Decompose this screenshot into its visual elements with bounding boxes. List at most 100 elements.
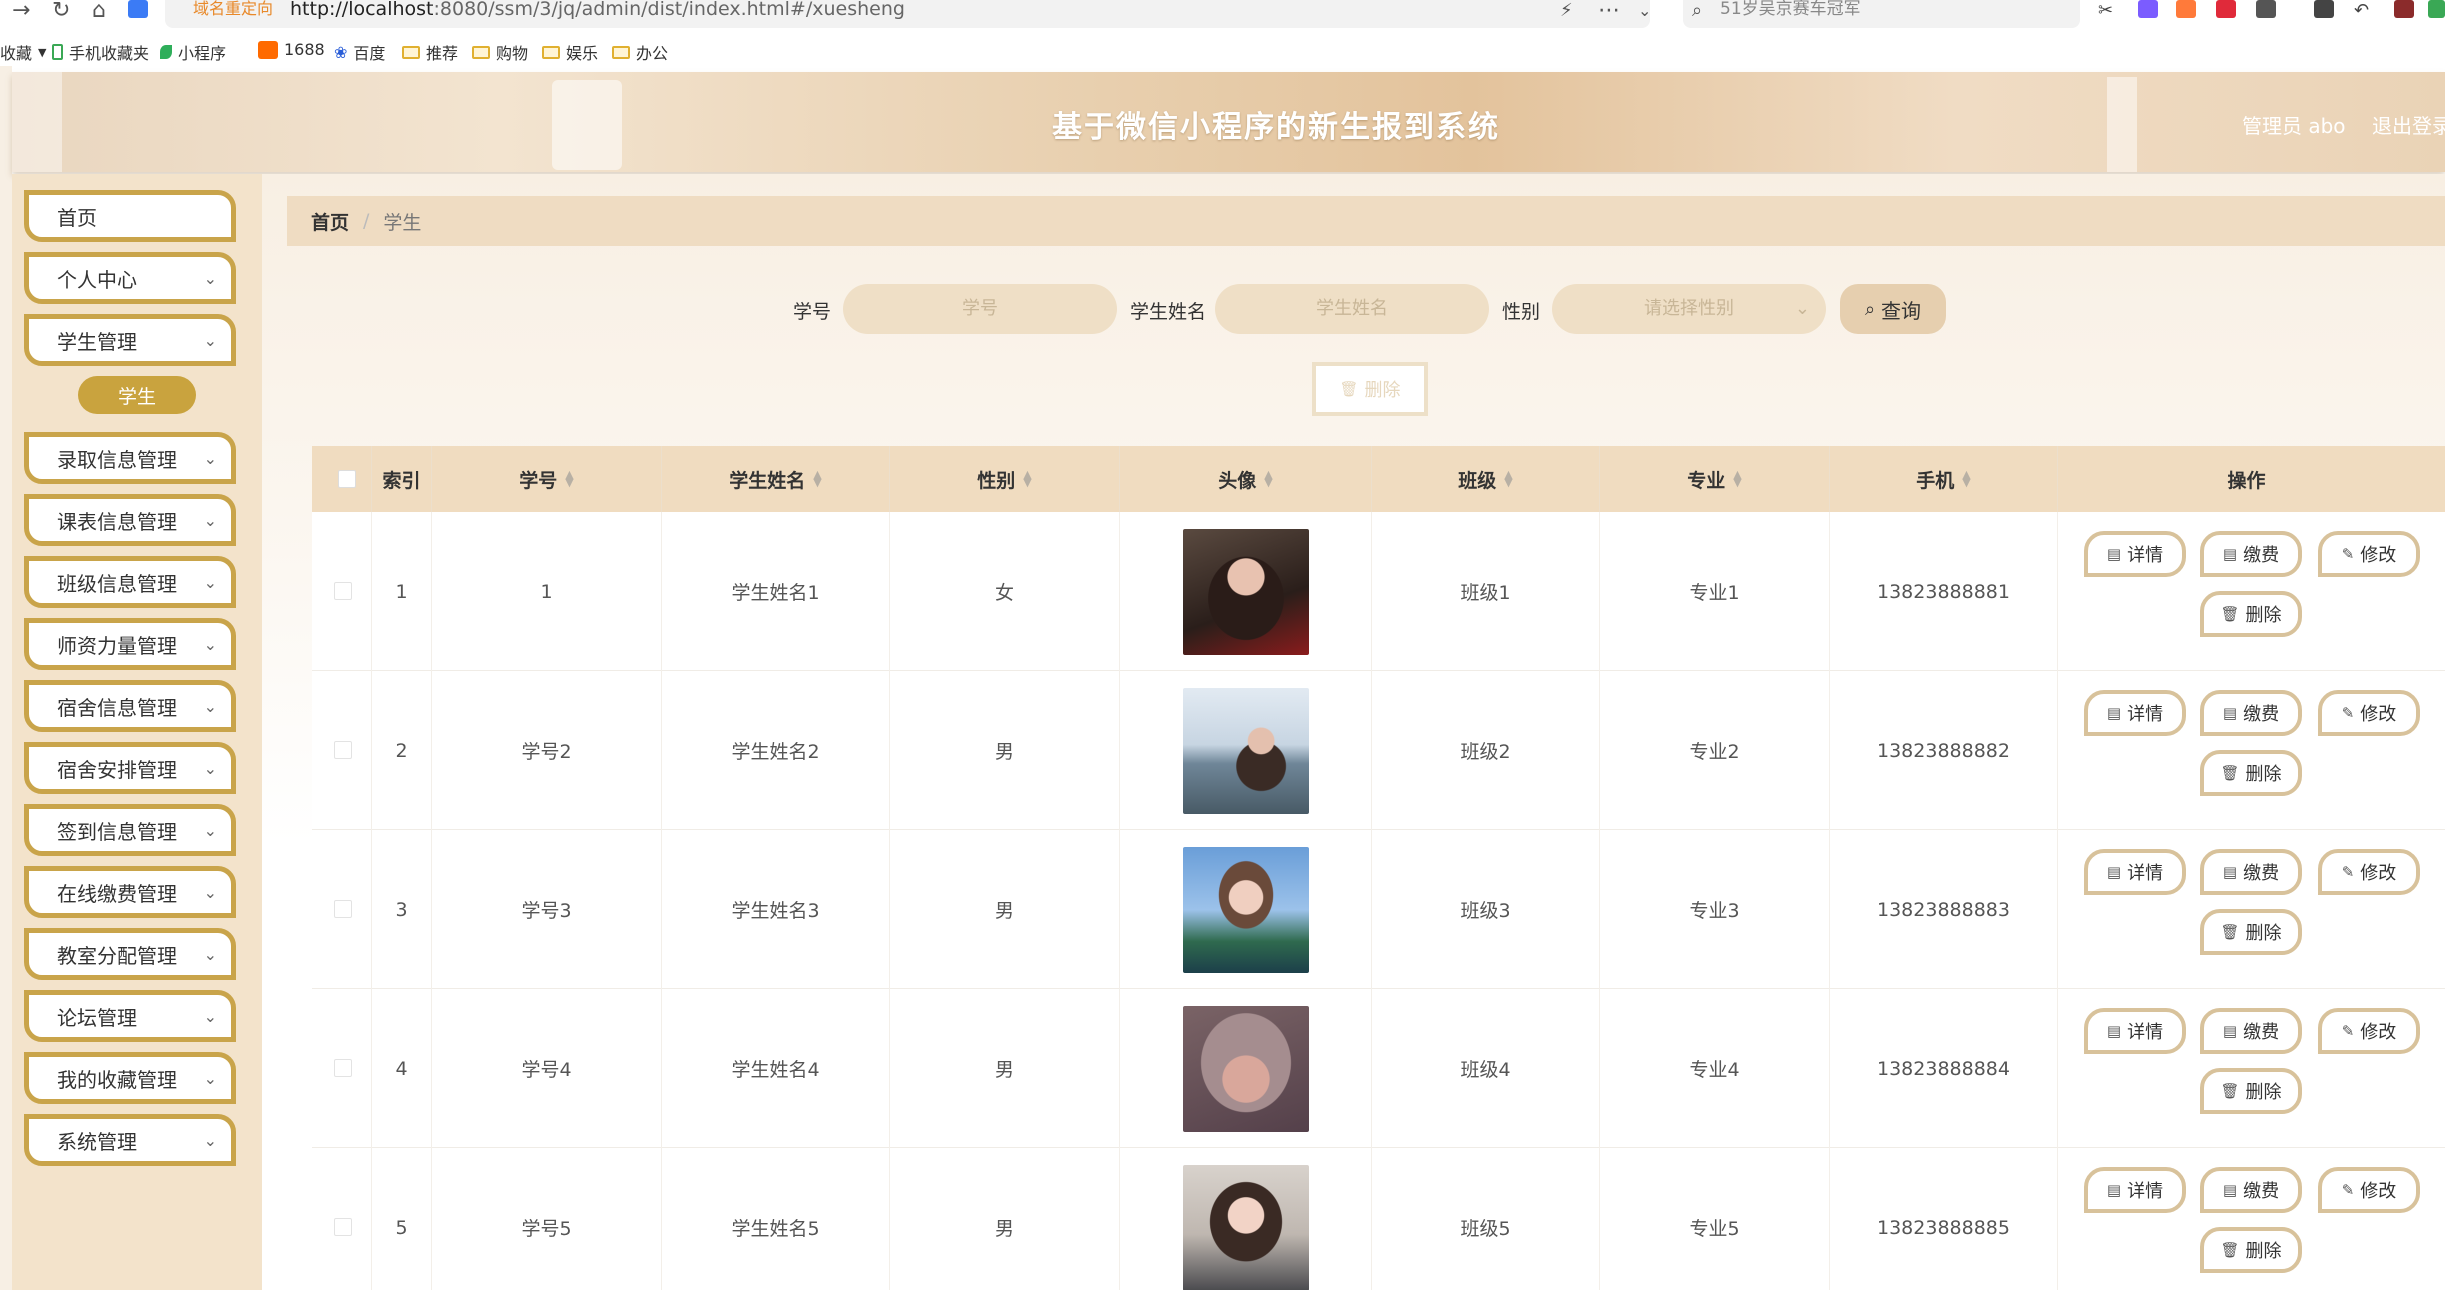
browser-search-text[interactable]: 51岁吴京赛车冠军: [1720, 0, 1861, 18]
row-checkbox[interactable]: [334, 1059, 352, 1077]
column-header-major[interactable]: 专业 ▲ ▼: [1600, 446, 1830, 512]
game-icon[interactable]: [2176, 0, 2196, 18]
delete-button[interactable]: 🗑 删除: [2200, 750, 2302, 796]
pay-button[interactable]: ▤ 缴费: [2200, 1167, 2302, 1213]
avatar[interactable]: [1182, 1005, 1309, 1132]
edit-button[interactable]: ✎ 修改: [2318, 531, 2420, 577]
sidebar-item-student-management[interactable]: 学生管理 ⌄: [24, 314, 236, 366]
ai-icon[interactable]: [128, 0, 148, 18]
sidebar-item-classroom[interactable]: 教室分配管理 ⌄: [24, 928, 236, 980]
sort-icon[interactable]: ▲ ▼: [1264, 469, 1272, 488]
sort-icon[interactable]: ▲ ▼: [1733, 469, 1741, 488]
sidebar-item-favorites[interactable]: 我的收藏管理 ⌄: [24, 1052, 236, 1104]
avatar[interactable]: [1182, 1164, 1309, 1290]
batch-delete-button[interactable]: 🗑 删除: [1312, 362, 1428, 416]
row-checkbox[interactable]: [334, 582, 352, 600]
sidebar-subitem-student[interactable]: 学生: [78, 376, 196, 414]
select-all-checkbox[interactable]: [338, 470, 356, 488]
bookmark-miniapp[interactable]: 小程序: [160, 40, 226, 64]
sidebar-item-timetable[interactable]: 课表信息管理 ⌄: [24, 494, 236, 546]
more-icon[interactable]: ⋯: [1598, 0, 1620, 22]
gender-select[interactable]: 请选择性别 ⌄: [1552, 284, 1826, 334]
avatar[interactable]: [1182, 846, 1309, 973]
delete-button[interactable]: 🗑 删除: [2200, 909, 2302, 955]
bookmark-folder-office[interactable]: 办公: [612, 40, 668, 64]
bookmark-collect[interactable]: 收藏 ▼: [0, 40, 46, 64]
detail-button[interactable]: ▤ 详情: [2084, 690, 2186, 736]
logout-button[interactable]: 退出登录: [2372, 110, 2445, 139]
download-icon[interactable]: [2314, 0, 2334, 18]
bookmark-folder-entertainment[interactable]: 娱乐: [542, 40, 598, 64]
sort-icon[interactable]: ▲ ▼: [1504, 469, 1512, 488]
chevron-down-icon[interactable]: ⌄: [1638, 0, 1651, 22]
edit-button[interactable]: ✎ 修改: [2318, 849, 2420, 895]
sidebar-item-class[interactable]: 班级信息管理 ⌄: [24, 556, 236, 608]
detail-button[interactable]: ▤ 详情: [2084, 531, 2186, 577]
pay-button[interactable]: ▤ 缴费: [2200, 690, 2302, 736]
sort-icon[interactable]: ▲ ▼: [565, 469, 573, 488]
column-header-xuehao[interactable]: 学号 ▲ ▼: [432, 446, 662, 512]
sidebar-item-label: 系统管理: [57, 1129, 137, 1154]
query-button[interactable]: ⌕ 查询: [1840, 284, 1946, 334]
edit-icon: ✎: [2341, 1181, 2355, 1199]
column-header-name[interactable]: 学生姓名 ▲ ▼: [662, 446, 890, 512]
avatar[interactable]: [1182, 687, 1309, 814]
reload-icon[interactable]: ↻: [52, 0, 70, 22]
home-icon[interactable]: ⌂: [92, 0, 106, 22]
sidebar-item-checkin[interactable]: 签到信息管理 ⌄: [24, 804, 236, 856]
column-header-class[interactable]: 班级 ▲ ▼: [1372, 446, 1600, 512]
detail-button[interactable]: ▤ 详情: [2084, 1008, 2186, 1054]
pay-button[interactable]: ▤ 缴费: [2200, 1008, 2302, 1054]
sort-icon[interactable]: ▲ ▼: [1962, 469, 1970, 488]
edit-button[interactable]: ✎ 修改: [2318, 1167, 2420, 1213]
delete-button[interactable]: 🗑 删除: [2200, 1068, 2302, 1114]
bookmark-folder-recommend[interactable]: 推荐: [402, 40, 458, 64]
bookmark-1688[interactable]: 1688: [258, 40, 325, 59]
edit-button[interactable]: ✎ 修改: [2318, 1008, 2420, 1054]
url-text[interactable]: http://localhost:8080/ssm/3/jq/admin/dis…: [290, 0, 905, 19]
sidebar-item-home[interactable]: 首页: [24, 190, 236, 242]
puzzle-icon[interactable]: [2256, 0, 2276, 18]
edit-button[interactable]: ✎ 修改: [2318, 690, 2420, 736]
row-checkbox[interactable]: [334, 1218, 352, 1236]
sidebar-item-forum[interactable]: 论坛管理 ⌄: [24, 990, 236, 1042]
forward-icon[interactable]: →: [12, 0, 30, 22]
extension-icon[interactable]: [2428, 0, 2445, 18]
bookmark-mobile[interactable]: 手机收藏夹: [52, 40, 149, 64]
breadcrumb-home[interactable]: 首页: [311, 208, 349, 235]
briefcase-icon[interactable]: [2394, 0, 2414, 18]
column-header-gender[interactable]: 性别 ▲ ▼: [890, 446, 1120, 512]
column-header-avatar[interactable]: 头像 ▲ ▼: [1120, 446, 1372, 512]
delete-button[interactable]: 🗑 删除: [2200, 1227, 2302, 1273]
extension-icon[interactable]: [2216, 0, 2236, 18]
sidebar-item-system[interactable]: 系统管理 ⌄: [24, 1114, 236, 1166]
pay-button[interactable]: ▤ 缴费: [2200, 531, 2302, 577]
delete-button[interactable]: 🗑 删除: [2200, 591, 2302, 637]
extension-icon[interactable]: [2138, 0, 2158, 18]
sidebar-item-faculty[interactable]: 师资力量管理 ⌄: [24, 618, 236, 670]
name-input[interactable]: 学生姓名: [1215, 284, 1489, 334]
xuehao-input[interactable]: 学号: [843, 284, 1117, 334]
header-decoration: [552, 80, 622, 170]
detail-button[interactable]: ▤ 详情: [2084, 849, 2186, 895]
row-checkbox[interactable]: [334, 900, 352, 918]
sidebar-item-payment[interactable]: 在线缴费管理 ⌄: [24, 866, 236, 918]
sidebar-item-dorm-info[interactable]: 宿舍信息管理 ⌄: [24, 680, 236, 732]
pay-button[interactable]: ▤ 缴费: [2200, 849, 2302, 895]
sidebar-item-dorm-arrange[interactable]: 宿舍安排管理 ⌄: [24, 742, 236, 794]
bookmark-folder-shopping[interactable]: 购物: [472, 40, 528, 64]
document-icon: ▤: [2106, 704, 2122, 722]
sidebar-item-personal-center[interactable]: 个人中心 ⌄: [24, 252, 236, 304]
sidebar-item-admission[interactable]: 录取信息管理 ⌄: [24, 432, 236, 484]
sort-icon[interactable]: ▲ ▼: [1023, 469, 1031, 488]
cell-phone: 13823888881: [1830, 512, 2058, 671]
sort-icon[interactable]: ▲ ▼: [813, 469, 821, 488]
row-checkbox[interactable]: [334, 741, 352, 759]
bookmark-baidu[interactable]: ❀ 百度: [334, 40, 385, 64]
undo-icon[interactable]: ↶: [2354, 0, 2374, 21]
detail-button[interactable]: ▤ 详情: [2084, 1167, 2186, 1213]
column-header-phone[interactable]: 手机 ▲ ▼: [1830, 446, 2058, 512]
avatar[interactable]: [1182, 528, 1309, 655]
scissors-icon[interactable]: ✂: [2098, 0, 2118, 21]
lightning-icon[interactable]: ⚡: [1560, 0, 1573, 22]
